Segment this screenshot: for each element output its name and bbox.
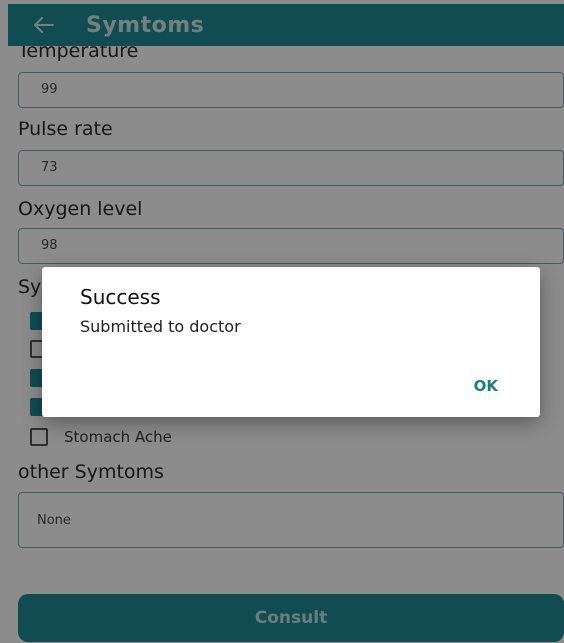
dialog-message: Submitted to doctor [80, 317, 241, 336]
ok-button[interactable]: OK [474, 377, 498, 395]
symptoms-screen: Temperature 99 Pulse rate 73 Oxygen leve… [0, 0, 564, 643]
dialog-title: Success [80, 285, 161, 309]
success-dialog: Success Submitted to doctor OK [42, 267, 540, 417]
